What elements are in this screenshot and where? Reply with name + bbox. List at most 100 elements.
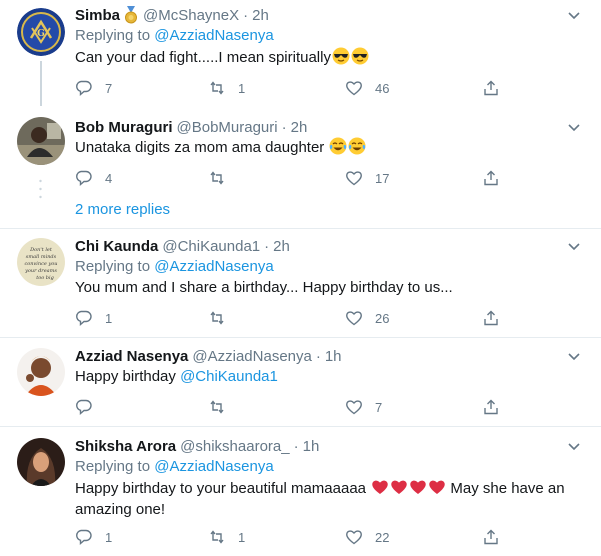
tweet-body: Unataka digits za mom ama daughter	[75, 139, 325, 156]
replying-to-label: Replying to	[75, 27, 155, 44]
handle[interactable]: @shikshaarora_	[180, 438, 289, 455]
avatar[interactable]: G	[17, 8, 65, 56]
display-name[interactable]: Shiksha Arora	[75, 438, 176, 455]
tweet-body: Can your dad fight.....I mean spirituall…	[75, 49, 331, 66]
tweet-header: Chi Kaunda @ChiKaunda1 · 2h	[75, 236, 290, 256]
red-heart-emoji-icon	[372, 480, 388, 494]
tweet-text: Happy birthday to your beautiful mamaaaa…	[75, 478, 580, 520]
mention-link[interactable]: @ChiKaunda1	[180, 368, 278, 385]
share-button[interactable]	[482, 528, 512, 546]
timestamp[interactable]: 1h	[303, 438, 320, 455]
retweet-button[interactable]: 1	[208, 79, 245, 97]
heart-icon	[346, 81, 362, 96]
sunglasses-emoji-icon	[332, 47, 350, 65]
mention-link[interactable]: @AzziadNasenya	[154, 27, 273, 44]
replying-to: Replying to @AzziadNasenya	[75, 258, 274, 275]
svg-text:too big: too big	[36, 275, 54, 281]
handle[interactable]: @ChiKaunda1	[162, 238, 260, 255]
tweet-actions: 4 17	[75, 169, 515, 189]
share-button[interactable]	[482, 398, 512, 416]
tweet-body: Happy birthday	[75, 368, 181, 385]
retweet-button[interactable]: 1	[208, 528, 245, 546]
share-button[interactable]	[482, 169, 512, 187]
tweet-text: Unataka digits za mom ama daughter	[75, 137, 580, 158]
tweet-bob-muraguri[interactable]: Bob Muraguri @BobMuraguri · 2h Unataka d…	[0, 117, 601, 199]
chevron-down-icon[interactable]	[566, 348, 582, 364]
reply-count: 4	[105, 170, 113, 186]
tweet-chi-kaunda[interactable]: Don't let small minds convince you your …	[0, 236, 601, 331]
retweet-button[interactable]	[208, 309, 238, 327]
share-button[interactable]	[482, 79, 512, 97]
reply-button[interactable]: 4	[75, 169, 112, 187]
display-name[interactable]: Chi Kaunda	[75, 238, 158, 255]
tweet-text: You mum and I share a birthday... Happy …	[75, 277, 580, 298]
avatar[interactable]: Don't let small minds convince you your …	[17, 238, 65, 286]
retweet-button[interactable]	[208, 398, 238, 416]
tweet-header: Shiksha Arora @shikshaarora_ · 1h	[75, 436, 319, 456]
timestamp[interactable]: 2h	[252, 7, 269, 24]
display-name[interactable]: Bob Muraguri	[75, 119, 173, 136]
retweet-icon	[210, 530, 224, 544]
retweet-icon	[210, 400, 224, 414]
like-button[interactable]: 46	[345, 79, 389, 97]
heart-icon	[346, 311, 362, 326]
handle[interactable]: @AzziadNasenya	[192, 348, 311, 365]
avatar[interactable]	[17, 438, 65, 486]
avatar-photo	[17, 348, 65, 396]
like-button[interactable]: 26	[345, 309, 389, 327]
red-heart-emoji-icon	[429, 480, 445, 494]
tweet-body: You mum and I share a birthday... Happy …	[75, 279, 453, 296]
retweet-button[interactable]	[208, 169, 238, 187]
heart-icon	[346, 171, 362, 186]
separator: ·	[264, 237, 270, 255]
share-button[interactable]	[482, 309, 512, 327]
more-replies-link[interactable]: 2 more replies	[75, 201, 170, 218]
mention-link[interactable]: @AzziadNasenya	[154, 458, 273, 475]
reply-button[interactable]	[75, 398, 105, 416]
handle[interactable]: @McShayneX	[143, 7, 239, 24]
display-name[interactable]: Simba	[75, 7, 120, 24]
reply-button[interactable]: 7	[75, 79, 112, 97]
timestamp[interactable]: 2h	[291, 119, 308, 136]
separator: ·	[293, 437, 299, 455]
tweet-body: Happy birthday to your beautiful mamaaaa…	[75, 480, 371, 497]
chevron-down-icon[interactable]	[566, 119, 582, 135]
chevron-down-icon[interactable]	[566, 7, 582, 23]
like-count: 22	[375, 529, 390, 545]
divider	[0, 337, 601, 338]
mention-link[interactable]: @AzziadNasenya	[154, 258, 273, 275]
like-button[interactable]: 22	[345, 528, 389, 546]
chevron-down-icon[interactable]	[566, 438, 582, 454]
tweet-actions: 1 1 22	[75, 528, 515, 548]
svg-text:convince you: convince you	[24, 261, 57, 267]
separator: ·	[315, 347, 321, 365]
tweet-shiksha-arora[interactable]: Shiksha Arora @shikshaarora_ · 1h Replyi…	[0, 436, 601, 556]
like-button[interactable]: 17	[345, 169, 389, 187]
retweet-count: 1	[238, 529, 246, 545]
sunglasses-emoji-icon	[351, 47, 369, 65]
reply-icon	[76, 399, 92, 416]
tweet-azziad-nasenya[interactable]: Azziad Nasenya @AzziadNasenya · 1h Happy…	[0, 346, 601, 421]
tweet-header: Azziad Nasenya @AzziadNasenya · 1h	[75, 346, 342, 366]
replying-to: Replying to @AzziadNasenya	[75, 458, 274, 475]
divider	[0, 426, 601, 427]
reply-icon	[76, 80, 92, 97]
like-button[interactable]: 7	[345, 398, 382, 416]
separator: ·	[281, 118, 287, 136]
red-heart-emoji-icon	[410, 480, 426, 494]
heart-icon	[346, 400, 362, 415]
avatar[interactable]	[17, 348, 65, 396]
timestamp[interactable]: 2h	[273, 238, 290, 255]
reply-button[interactable]: 1	[75, 528, 112, 546]
chevron-down-icon[interactable]	[566, 238, 582, 254]
timestamp[interactable]: 1h	[325, 348, 342, 365]
avatar[interactable]	[17, 117, 65, 165]
handle[interactable]: @BobMuraguri	[177, 119, 278, 136]
tweet-text: Can your dad fight.....I mean spirituall…	[75, 47, 580, 68]
share-icon	[484, 80, 498, 96]
tweet-simba[interactable]: G Simba @McShayneX · 2h Replying to @Azz…	[0, 5, 601, 106]
tweet-header: Bob Muraguri @BobMuraguri · 2h	[75, 117, 307, 137]
reply-button[interactable]: 1	[75, 309, 112, 327]
retweet-icon	[210, 311, 224, 325]
display-name[interactable]: Azziad Nasenya	[75, 348, 188, 365]
